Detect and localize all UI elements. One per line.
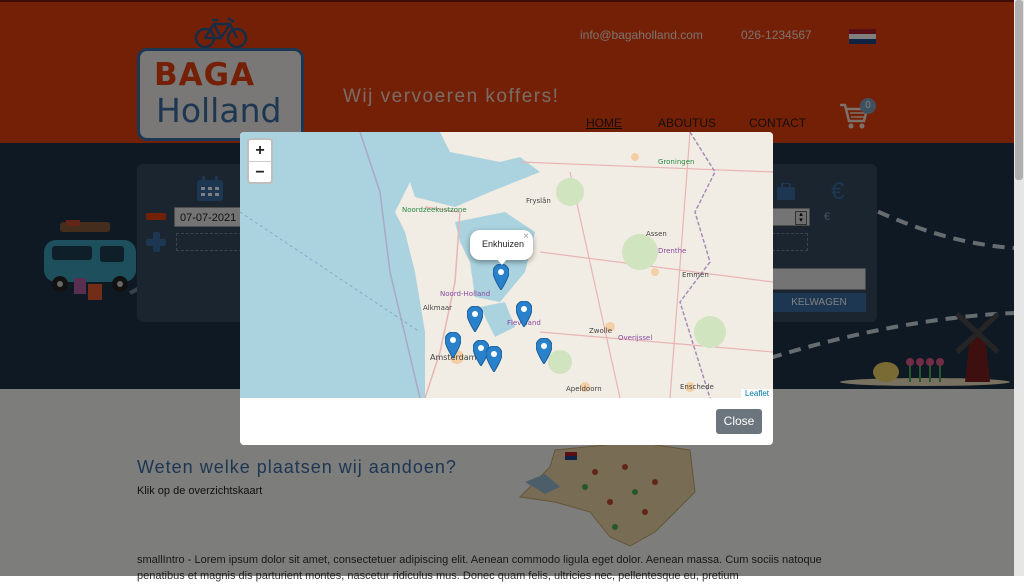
- map-modal: Noordzeekustzone Fryslân Groningen Assen…: [240, 132, 773, 445]
- zoom-control: + −: [247, 138, 273, 184]
- map-label: Drenthe: [658, 247, 687, 255]
- map-marker-icon[interactable]: [445, 332, 461, 358]
- map-label: Noord-Holland: [440, 290, 491, 298]
- map-label: Groningen: [658, 158, 695, 166]
- map-popup: Enkhuizen ×: [470, 230, 533, 265]
- map-marker-icon[interactable]: [516, 301, 532, 327]
- map-label: Zwolle: [589, 327, 612, 335]
- map-label: Apeldoorn: [566, 385, 602, 393]
- map-label: Noordzeekustzone: [402, 206, 467, 214]
- zoom-in-button[interactable]: +: [249, 140, 271, 161]
- map-marker-icon[interactable]: [486, 346, 502, 372]
- map-label: Assen: [646, 230, 667, 238]
- map-marker-icon[interactable]: [493, 264, 509, 290]
- map-label: Overijssel: [618, 334, 653, 342]
- map-label: Fryslân: [526, 197, 551, 205]
- popup-close-icon[interactable]: ×: [523, 231, 529, 242]
- leaflet-attribution-link[interactable]: Leaflet: [740, 389, 773, 398]
- popup-label: Enkhuizen: [482, 239, 525, 249]
- map-label: Enschede: [680, 383, 714, 391]
- map-marker-icon[interactable]: [467, 306, 483, 332]
- leaflet-map[interactable]: Noordzeekustzone Fryslân Groningen Assen…: [240, 132, 773, 398]
- close-button[interactable]: Close: [716, 409, 762, 434]
- map-label: Emmen: [682, 271, 709, 279]
- zoom-out-button[interactable]: −: [249, 162, 271, 183]
- map-label: Alkmaar: [423, 304, 453, 312]
- popup-tip: [496, 258, 508, 265]
- scrollbar-thumb[interactable]: [1015, 0, 1023, 180]
- map-marker-icon[interactable]: [536, 338, 552, 364]
